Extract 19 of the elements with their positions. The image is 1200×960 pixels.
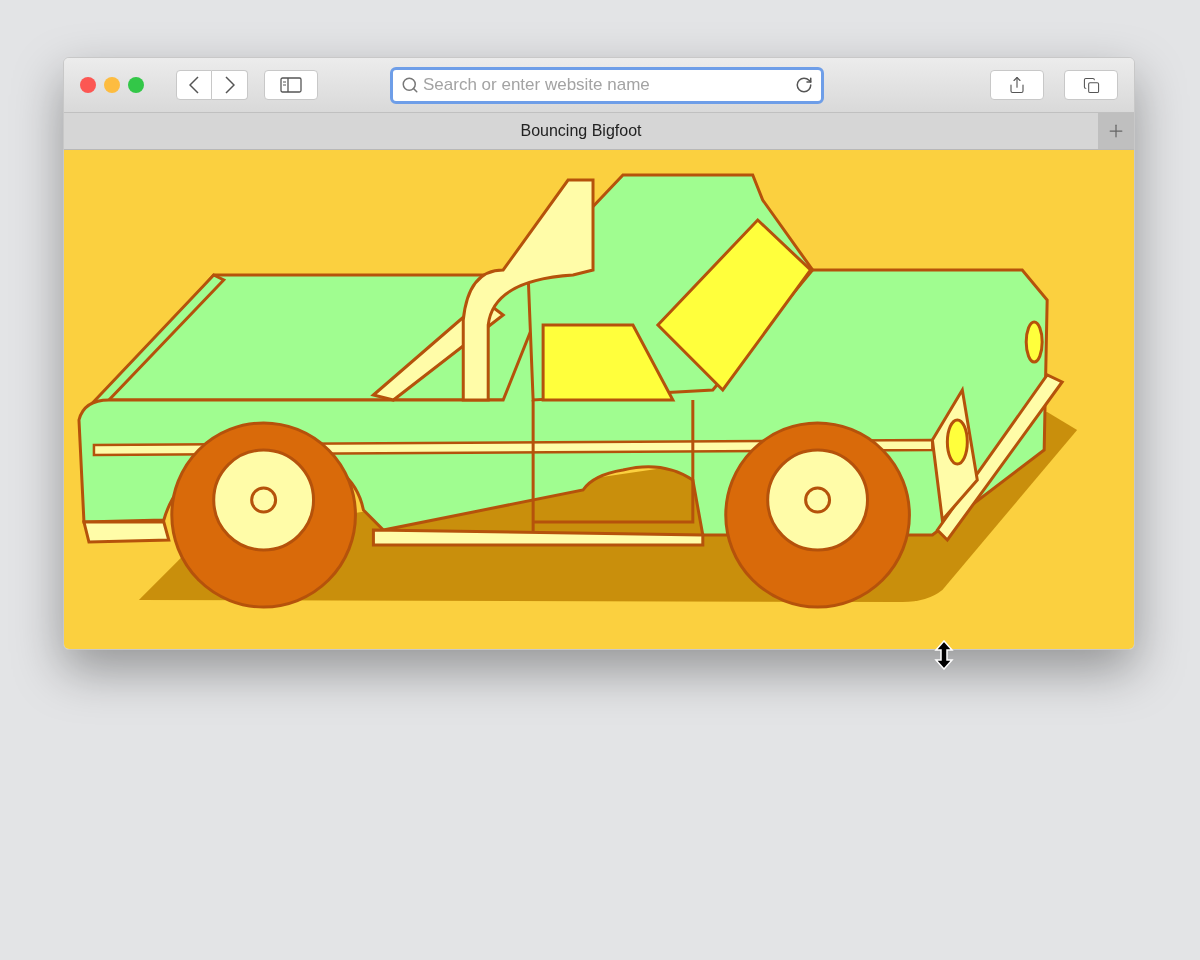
back-button[interactable] [176,70,212,100]
chevron-right-icon [224,76,235,94]
tabs-icon [1082,76,1100,94]
share-button[interactable] [990,70,1044,100]
tabs-overview-button[interactable] [1064,70,1118,100]
resize-cursor-icon [933,640,955,670]
minimize-icon[interactable] [104,77,120,93]
close-icon[interactable] [80,77,96,93]
new-tab-button[interactable] [1098,113,1134,149]
chevron-left-icon [189,76,199,94]
zoom-icon[interactable] [128,77,144,93]
search-icon [401,76,419,94]
reload-icon[interactable] [795,76,813,94]
address-input[interactable]: Search or enter website name [423,72,791,98]
share-icon [1008,76,1026,94]
sidebar-button[interactable] [264,70,318,100]
address-bar[interactable]: Search or enter website name [390,66,824,104]
sidebar-icon [280,77,302,93]
forward-button[interactable] [212,70,248,100]
